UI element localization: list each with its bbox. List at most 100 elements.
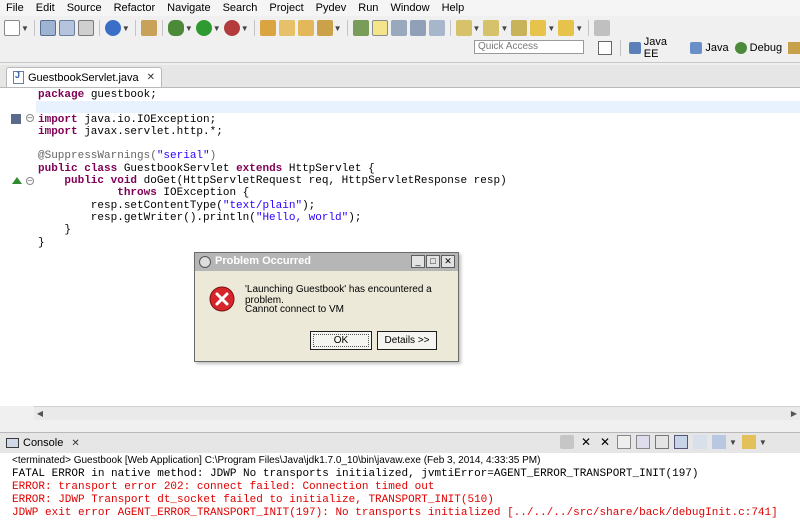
chevron-down-icon[interactable]: ▼ [547, 24, 555, 33]
close-button[interactable]: ✕ [441, 255, 455, 268]
menu-edit[interactable]: Edit [30, 0, 61, 16]
perspective-debug[interactable]: Debug [734, 42, 783, 54]
code-line: throws IOException { [117, 187, 250, 200]
debug-bug-icon[interactable] [167, 20, 184, 36]
menu-window[interactable]: Window [384, 0, 435, 16]
display-console-icon[interactable] [712, 435, 726, 449]
toolbar-separator [33, 20, 35, 36]
save-icon[interactable] [39, 20, 56, 36]
block-selection-icon[interactable] [428, 20, 445, 36]
toggle-breadcrumb-icon[interactable] [390, 20, 407, 36]
pin-console-icon[interactable] [693, 435, 707, 449]
toolbar-separator [619, 40, 621, 56]
chevron-down-icon[interactable]: ▼ [500, 24, 508, 33]
perspective-label: Java [705, 42, 729, 54]
back-arrow-icon[interactable] [530, 20, 547, 36]
new-icon[interactable] [4, 20, 20, 36]
chevron-down-icon[interactable]: ▼ [122, 24, 130, 33]
menu-run[interactable]: Run [352, 0, 384, 16]
open-folder-icon[interactable] [278, 20, 295, 36]
last-edit-location-icon[interactable] [511, 20, 528, 36]
chevron-down-icon[interactable]: ▼ [729, 438, 737, 447]
console-launch-description: <terminated> Guestbook [Web Application]… [12, 455, 541, 466]
perspective-java[interactable]: Java [690, 42, 729, 54]
keyword-import: import [38, 113, 78, 126]
minimize-button[interactable]: _ [411, 255, 425, 268]
forward-arrow-icon[interactable] [558, 20, 575, 36]
ok-button[interactable]: OK [310, 331, 372, 350]
horizontal-scrollbar[interactable]: ◀ ▶ [34, 406, 800, 420]
scroll-right-icon[interactable]: ▶ [788, 407, 800, 420]
quick-access-input[interactable]: Quick Access [474, 40, 584, 54]
close-icon[interactable]: ✕ [147, 72, 155, 83]
chevron-down-icon[interactable]: ▼ [241, 24, 249, 33]
word-wrap-icon[interactable] [655, 435, 669, 449]
new-java-project-icon[interactable] [259, 20, 276, 36]
highlight-pen-icon[interactable] [371, 20, 388, 36]
scroll-lock-icon[interactable] [636, 435, 650, 449]
menu-navigate[interactable]: Navigate [161, 0, 216, 16]
menu-file[interactable]: File [0, 0, 30, 16]
chevron-down-icon[interactable]: ▼ [334, 24, 342, 33]
details-button[interactable]: Details >> [377, 331, 437, 350]
fold-collapse-icon[interactable]: – [26, 114, 34, 122]
remove-launch-icon[interactable]: ✕ [579, 435, 593, 449]
chevron-down-icon[interactable]: ▼ [213, 24, 221, 33]
menu-help[interactable]: Help [436, 0, 471, 16]
perspective-java-ee[interactable]: Java EE [628, 36, 685, 60]
open-perspective-icon[interactable] [598, 41, 612, 55]
chevron-down-icon[interactable]: ▼ [21, 24, 29, 33]
toolbar-separator [134, 20, 136, 36]
dialog-titlebar[interactable]: Problem Occurred _ □ ✕ [195, 253, 458, 271]
clear-console-icon[interactable] [617, 435, 631, 449]
google-icon[interactable] [104, 20, 121, 36]
print-icon[interactable] [77, 20, 94, 36]
open-console-icon[interactable] [741, 435, 756, 449]
menu-refactor[interactable]: Refactor [108, 0, 162, 16]
console-tab[interactable]: Console ✕ [6, 434, 80, 452]
problem-dialog: Problem Occurred _ □ ✕ 'Launching Guestb… [194, 252, 459, 362]
console-line: FATAL ERROR in native method: JDWP No tr… [12, 468, 699, 480]
menu-project[interactable]: Project [263, 0, 309, 16]
show-on-output-icon[interactable] [674, 435, 688, 449]
run-icon[interactable] [195, 20, 212, 36]
perspective-switcher: Java EE Java Debug [598, 36, 800, 60]
maximize-button[interactable]: □ [426, 255, 440, 268]
editor-gutter: – – [0, 88, 34, 406]
chevron-down-icon[interactable]: ▼ [575, 24, 583, 33]
hierarchy-icon[interactable] [140, 20, 157, 36]
code-content[interactable]: package guestbook; import java.io.IOExce… [38, 88, 798, 249]
remove-all-terminated-icon[interactable]: ✕ [598, 435, 612, 449]
more-perspectives-icon[interactable] [788, 42, 800, 54]
menu-search[interactable]: Search [217, 0, 264, 16]
toolbar-separator [253, 20, 255, 36]
fold-collapse-icon[interactable]: – [26, 177, 34, 185]
menu-pydev[interactable]: Pydev [310, 0, 353, 16]
perspective-label: Debug [749, 42, 783, 54]
override-marker-icon [12, 177, 22, 184]
show-whitespace-icon[interactable] [409, 20, 426, 36]
console-tab-label: Console [23, 437, 64, 449]
pin-editor-icon[interactable] [594, 20, 611, 36]
code-line: resp.getWriter().println("Hello, world")… [38, 211, 362, 224]
open-type-icon[interactable] [297, 20, 314, 36]
previous-edit-icon[interactable] [483, 20, 500, 36]
chevron-down-icon[interactable]: ▼ [185, 24, 193, 33]
next-edit-icon[interactable] [455, 20, 472, 36]
chevron-down-icon[interactable]: ▼ [473, 24, 481, 33]
close-icon[interactable]: ✕ [71, 438, 79, 449]
next-annotation-icon[interactable] [352, 20, 369, 36]
open-task-icon[interactable] [316, 20, 333, 36]
scroll-left-icon[interactable]: ◀ [34, 407, 46, 420]
console-output[interactable]: <terminated> Guestbook [Web Application]… [0, 453, 800, 531]
code-line: package guestbook; [38, 89, 157, 101]
external-tools-icon[interactable] [223, 20, 240, 36]
save-all-icon[interactable] [58, 20, 75, 36]
toolbar-separator [161, 20, 163, 36]
dialog-title: Problem Occurred [215, 255, 311, 267]
editor-tab-guestbookservlet[interactable]: GuestbookServlet.java ✕ [6, 67, 163, 87]
chevron-down-icon[interactable]: ▼ [759, 438, 767, 447]
menu-source[interactable]: Source [61, 0, 108, 16]
terminate-icon[interactable] [560, 435, 574, 449]
